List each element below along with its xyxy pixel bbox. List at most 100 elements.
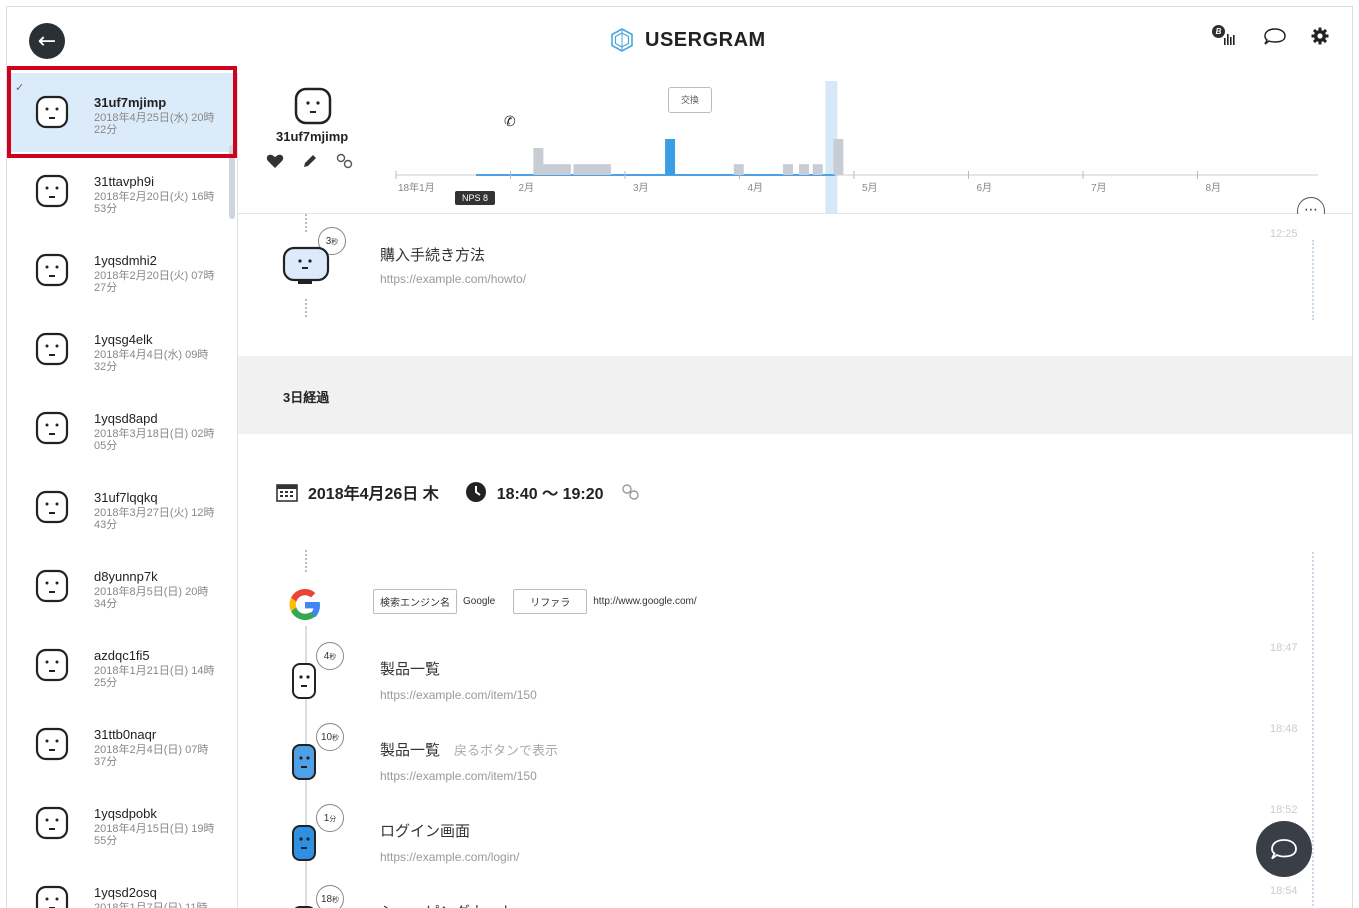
event-time: 18:48 bbox=[1270, 723, 1298, 735]
user-list-item[interactable]: 31ttb0naqr 2018年2月4日(日) 07時37分 bbox=[7, 705, 237, 784]
visit-bar[interactable] bbox=[573, 164, 584, 175]
visit-bar[interactable] bbox=[582, 164, 593, 175]
arrow-left-icon: ← bbox=[37, 28, 57, 54]
time-gap-label: 3日経過 bbox=[283, 390, 330, 405]
sidebar-scrollbar[interactable] bbox=[229, 145, 235, 219]
event-title[interactable]: ショッピングカート bbox=[380, 901, 515, 908]
timeline-connector bbox=[305, 550, 307, 572]
user-id: 31ttb0naqr bbox=[94, 727, 157, 742]
heart-icon[interactable] bbox=[266, 153, 284, 169]
avatar bbox=[35, 332, 69, 371]
clock-icon bbox=[465, 482, 486, 502]
event-url[interactable]: https://example.com/item/150 bbox=[380, 688, 537, 702]
event-title-text: 製品一覧 bbox=[380, 661, 441, 678]
brand-title: USERGRAM bbox=[645, 28, 766, 51]
face-icon bbox=[35, 332, 69, 366]
session-header: 2018年4月26日 木 18:40 〜 19:20 bbox=[276, 480, 642, 504]
timeline-connector bbox=[305, 299, 307, 317]
visit-bar[interactable] bbox=[591, 164, 602, 175]
visit-bar[interactable] bbox=[812, 164, 823, 175]
visit-bar[interactable] bbox=[799, 164, 810, 175]
event-avatar bbox=[291, 824, 319, 871]
user-id: 1yqsd8apd bbox=[94, 411, 158, 426]
month-label: 5月 bbox=[862, 182, 878, 194]
user-list-sidebar: ✓ 31uf7mjimp 2018年4月25日(水) 20時22分 31ttavph9… bbox=[7, 73, 238, 908]
visit-bar[interactable] bbox=[560, 164, 571, 175]
face-icon bbox=[35, 253, 69, 287]
user-last-visit: 2018年1月7日(日) 11時... bbox=[94, 902, 217, 908]
month-label: 2月 bbox=[519, 182, 535, 194]
user-list: ✓ 31uf7mjimp 2018年4月25日(水) 20時22分 31ttavph9… bbox=[7, 73, 237, 908]
event-title[interactable]: 購入手続き方法 bbox=[380, 244, 485, 265]
visit-bar[interactable] bbox=[533, 148, 544, 175]
face-icon bbox=[35, 885, 69, 908]
user-list-item[interactable]: 1yqsd2osq 2018年1月7日(日) 11時... bbox=[7, 863, 237, 908]
event-title[interactable]: 製品一覧 bbox=[380, 658, 440, 679]
user-list-item[interactable]: 1yqsdpobk 2018年4月15日(日) 19時55分 bbox=[7, 784, 237, 863]
event-title-text: 製品一覧 bbox=[380, 742, 441, 759]
event-url[interactable]: https://example.com/login/ bbox=[380, 850, 519, 864]
user-list-item[interactable]: 31ttavph9i 2018年2月20日(火) 16時53分 bbox=[7, 152, 237, 231]
avatar bbox=[35, 253, 69, 292]
visit-bar[interactable] bbox=[833, 139, 844, 175]
right-timeline-connector bbox=[1312, 552, 1314, 908]
usergram-logo-icon bbox=[611, 28, 633, 52]
gear-icon[interactable] bbox=[1310, 26, 1330, 46]
visit-bar[interactable] bbox=[783, 164, 794, 175]
avatar bbox=[35, 648, 69, 687]
swap-button[interactable]: 交換 bbox=[668, 87, 712, 113]
event-title-text: ログイン画面 bbox=[380, 823, 471, 840]
current-user-avatar bbox=[294, 87, 332, 130]
user-list-item[interactable]: d8yunnp7k 2018年8月5日(日) 20時34分 bbox=[7, 547, 237, 626]
visit-timeline-chart[interactable]: 18年1月 2月 3月 4月 5月 6月 7月 8月 bbox=[238, 73, 1353, 213]
user-list-item[interactable]: ✓ 31uf7mjimp 2018年4月25日(水) 20時22分 bbox=[7, 73, 237, 152]
link-icon[interactable] bbox=[336, 153, 354, 169]
visit-bar[interactable] bbox=[551, 164, 562, 175]
avatar bbox=[35, 490, 69, 529]
avatar bbox=[35, 806, 69, 845]
user-list-item[interactable]: 31uf7lqqkq 2018年3月27日(火) 12時43分 bbox=[7, 468, 237, 547]
link-icon[interactable] bbox=[620, 483, 642, 501]
activity-timeline: 3秒 購入手続き方法 https://example.com/howto/ 12… bbox=[238, 214, 1352, 908]
duration-unit: 秒 bbox=[329, 654, 337, 661]
user-last-visit: 2018年4月25日(水) 20時22分 bbox=[94, 112, 215, 136]
month-label: 18年1月 bbox=[398, 181, 435, 194]
event-title[interactable]: ログイン画面 bbox=[380, 820, 470, 841]
face-icon bbox=[35, 569, 69, 603]
header-actions: B bbox=[1212, 25, 1330, 47]
app-frame: ← USERGRAM B ✓ 31uf7mjimp 2018年4月25日(水) … bbox=[6, 6, 1353, 908]
user-list-item[interactable]: 1yqsdmhi2 2018年2月20日(火) 07時27分 bbox=[7, 231, 237, 310]
avatar bbox=[35, 727, 69, 766]
user-list-item[interactable]: 1yqsd8apd 2018年3月18日(日) 02時05分 bbox=[7, 389, 237, 468]
check-icon: ✓ bbox=[15, 82, 25, 94]
user-list-item[interactable]: 1yqsg4elk 2018年4月4日(水) 09時32分 bbox=[7, 310, 237, 389]
pencil-icon[interactable] bbox=[302, 153, 318, 169]
face-icon bbox=[292, 825, 316, 861]
user-last-visit: 2018年2月20日(火) 16時53分 bbox=[94, 191, 215, 215]
user-id: 1yqsdmhi2 bbox=[94, 253, 157, 268]
user-list-item[interactable]: azdqc1fi5 2018年1月21日(日) 14時25分 bbox=[7, 626, 237, 705]
referrer-url[interactable]: http://www.google.com/ bbox=[593, 596, 696, 607]
visit-bar[interactable] bbox=[600, 164, 611, 175]
event-avatar bbox=[291, 662, 319, 709]
stats-button[interactable]: B bbox=[1212, 25, 1240, 47]
face-icon bbox=[292, 744, 316, 780]
user-id: 31uf7lqqkq bbox=[94, 490, 158, 505]
user-last-visit: 2018年2月4日(日) 07時37分 bbox=[94, 744, 209, 768]
visit-bar[interactable] bbox=[542, 164, 553, 175]
back-button[interactable]: ← bbox=[29, 23, 65, 59]
event-url[interactable]: https://example.com/howto/ bbox=[380, 272, 526, 286]
brand: USERGRAM bbox=[609, 27, 766, 53]
duration-value: 10 bbox=[320, 732, 333, 743]
event-time: 12:25 bbox=[1270, 228, 1298, 240]
chat-bubble-icon[interactable] bbox=[1262, 26, 1288, 46]
user-id: 31ttavph9i bbox=[94, 174, 154, 189]
avatar bbox=[35, 411, 69, 450]
chat-button[interactable] bbox=[1256, 821, 1312, 877]
event-url[interactable]: https://example.com/item/150 bbox=[380, 769, 537, 783]
visit-bar[interactable] bbox=[733, 164, 744, 175]
event-title[interactable]: 製品一覧 戻るボタンで表示 bbox=[380, 739, 558, 760]
visit-bar[interactable] bbox=[665, 139, 676, 175]
user-last-visit: 2018年2月20日(火) 07時27分 bbox=[94, 270, 215, 294]
duration-badge: 18秒 bbox=[316, 885, 344, 908]
